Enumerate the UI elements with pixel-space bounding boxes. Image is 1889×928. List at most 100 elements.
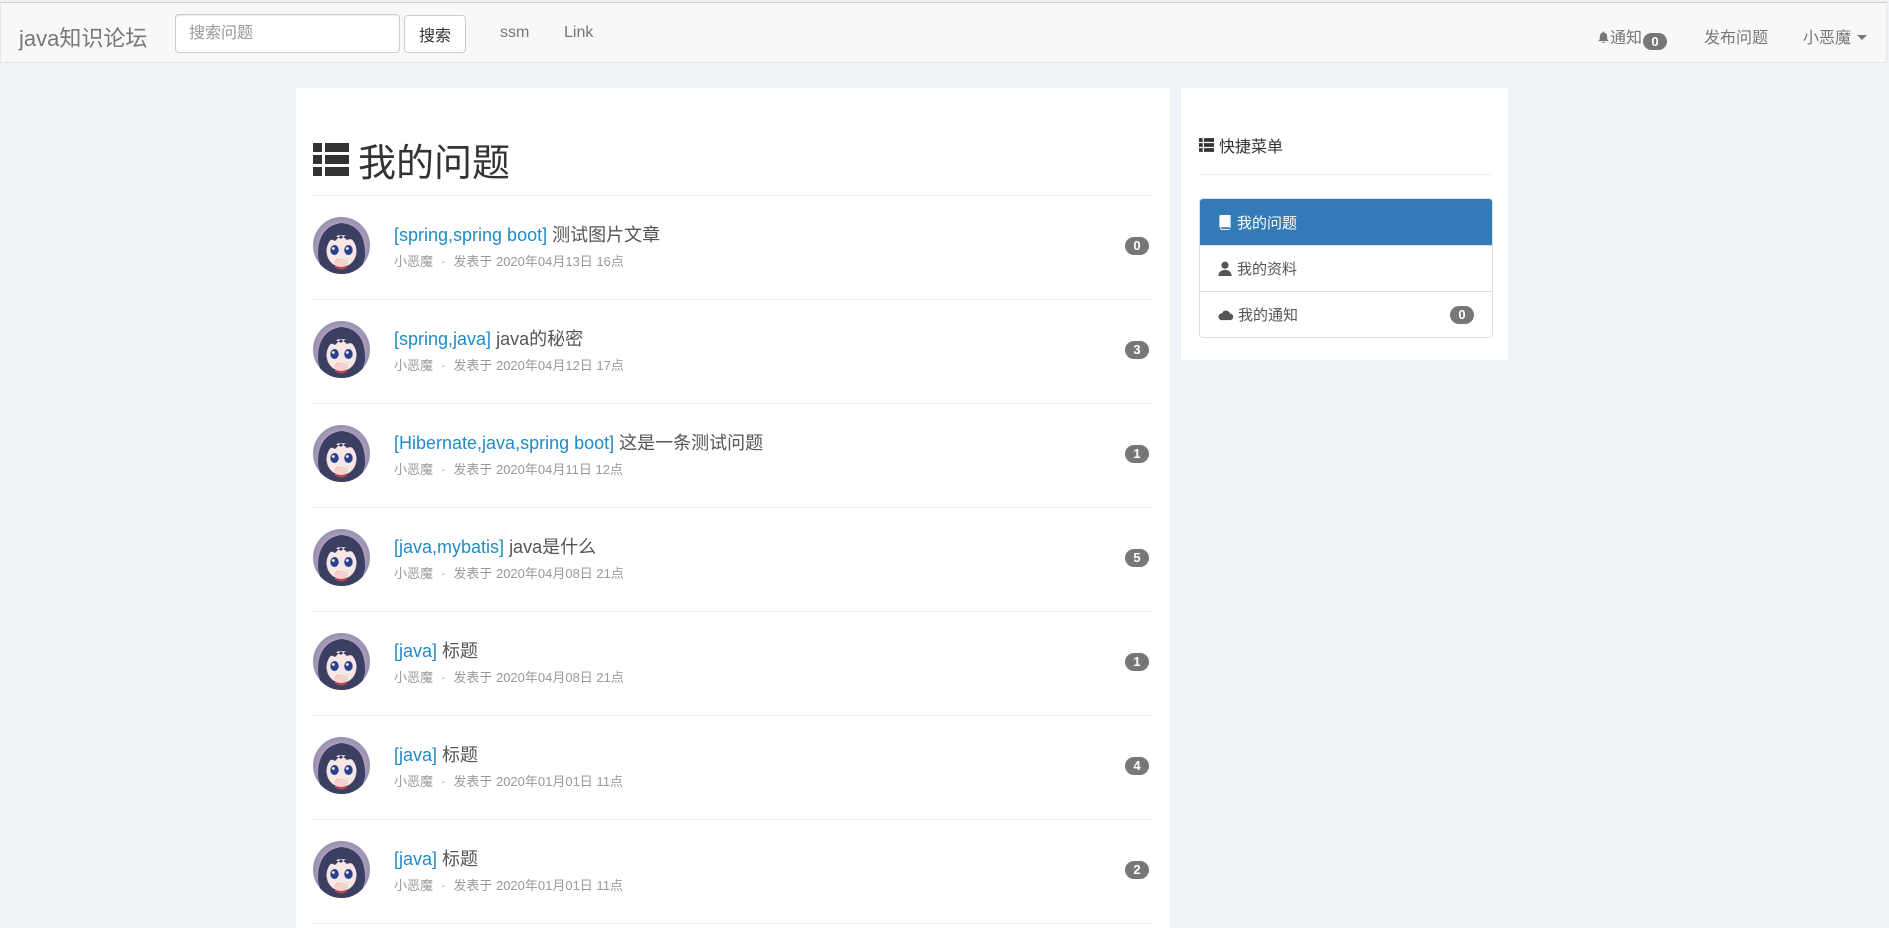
question-date: 发表于 2020年01月01日 11点 <box>453 774 623 789</box>
question-author: 小恶魔 <box>394 254 434 269</box>
question-date: 发表于 2020年04月08日 21点 <box>453 566 624 581</box>
bell-icon <box>1598 31 1609 44</box>
page-title: 我的问题 <box>313 132 510 187</box>
comment-count-badge: 3 <box>1125 341 1149 359</box>
meta-separator: · <box>441 566 446 581</box>
nav-link-ssm[interactable]: ssm <box>500 24 529 42</box>
user-icon <box>1218 261 1232 276</box>
question-title-link[interactable]: [java,mybatis] java是什么 <box>394 533 596 559</box>
quick-menu-panel: 快捷菜单 我的问题 我的资料 我的通知 0 <box>1181 88 1508 360</box>
avatar[interactable] <box>313 633 370 690</box>
question-item: [spring,java] java的秘密小恶魔 · 发表于 2020年04月12日… <box>313 300 1153 404</box>
question-title-text[interactable]: java是什么 <box>509 537 596 557</box>
avatar[interactable] <box>313 425 370 482</box>
nav-link-link[interactable]: Link <box>564 24 593 42</box>
comment-count-badge: 1 <box>1125 445 1149 463</box>
book-icon <box>1219 214 1231 230</box>
question-meta: 小恶魔 · 发表于 2020年04月12日 17点 <box>394 355 624 374</box>
question-tags[interactable]: [java,mybatis] <box>394 537 504 557</box>
question-date: 发表于 2020年04月13日 16点 <box>453 254 624 269</box>
notifications-label: 通知 <box>1610 30 1643 47</box>
avatar[interactable] <box>313 217 370 274</box>
brand-logo-text[interactable]: java知识论坛 <box>19 21 147 53</box>
quick-menu-title: 快捷菜单 <box>1199 133 1283 157</box>
question-author: 小恶魔 <box>394 878 434 893</box>
quick-menu-title-text: 快捷菜单 <box>1219 139 1284 156</box>
publish-question-link[interactable]: 发布问题 <box>1704 24 1768 48</box>
question-title-link[interactable]: [Hibernate,java,spring boot] 这是一条测试问题 <box>394 429 763 455</box>
list-icon <box>1199 138 1214 152</box>
comment-count-badge: 4 <box>1125 757 1149 775</box>
menu-item-my-profile[interactable]: 我的资料 <box>1200 245 1492 291</box>
notifications-count-badge: 0 <box>1643 33 1668 50</box>
avatar[interactable] <box>313 529 370 586</box>
question-author: 小恶魔 <box>394 774 434 789</box>
question-title-text[interactable]: java的秘密 <box>496 329 583 349</box>
question-meta: 小恶魔 · 发表于 2020年04月11日 12点 <box>394 459 623 478</box>
question-date: 发表于 2020年01月01日 11点 <box>453 878 623 893</box>
avatar[interactable] <box>313 737 370 794</box>
question-author: 小恶魔 <box>394 566 434 581</box>
quick-menu-list: 我的问题 我的资料 我的通知 0 <box>1199 198 1493 338</box>
question-title-text[interactable]: 测试图片文章 <box>552 225 660 245</box>
question-title-link[interactable]: [spring,java] java的秘密 <box>394 325 583 351</box>
question-tags[interactable]: [java] <box>394 849 437 869</box>
question-meta: 小恶魔 · 发表于 2020年01月01日 11点 <box>394 875 623 894</box>
top-navbar: java知识论坛 搜索 ssm Link 通知0 发布问题 小恶魔 <box>0 2 1887 63</box>
meta-separator: · <box>441 670 446 685</box>
question-title-text[interactable]: 标题 <box>442 641 478 661</box>
question-title-text[interactable]: 标题 <box>442 849 478 869</box>
comment-count-badge: 2 <box>1125 861 1149 879</box>
meta-separator: · <box>441 358 446 373</box>
menu-item-label: 我的通知 <box>1238 307 1299 324</box>
question-title-link[interactable]: [spring,spring boot] 测试图片文章 <box>394 221 660 247</box>
search-button[interactable]: 搜索 <box>404 15 466 53</box>
menu-item-my-questions[interactable]: 我的问题 <box>1200 199 1492 245</box>
menu-item-label: 我的问题 <box>1237 214 1298 232</box>
notifications-link[interactable]: 通知 0 <box>1597 24 1668 50</box>
question-title-link[interactable]: [java] 标题 <box>394 845 478 871</box>
question-title-text[interactable]: 标题 <box>442 745 478 765</box>
avatar[interactable] <box>313 321 370 378</box>
question-author: 小恶魔 <box>394 670 434 685</box>
question-tags[interactable]: [spring,spring boot] <box>394 225 547 245</box>
question-author: 小恶魔 <box>394 462 434 477</box>
question-title-text[interactable]: 这是一条测试问题 <box>619 433 763 453</box>
question-item: [java] 标题 小恶魔 · 发表于 2020年01月01日 11点 2 <box>313 820 1153 924</box>
question-title-link[interactable]: [java] 标题 <box>394 637 478 663</box>
meta-separator: · <box>441 462 446 477</box>
menu-item-label: 我的资料 <box>1237 261 1298 278</box>
comment-count-badge: 5 <box>1125 549 1149 567</box>
question-date: 发表于 2020年04月12日 17点 <box>453 358 624 373</box>
page-title-text: 我的问题 <box>358 143 511 185</box>
question-tags[interactable]: [spring,java] <box>394 329 491 349</box>
meta-separator: · <box>441 254 446 269</box>
question-tags[interactable]: [Hibernate,java,spring boot] <box>394 433 614 453</box>
notifications-count-badge: 0 <box>1450 306 1474 324</box>
avatar[interactable] <box>313 841 370 898</box>
caret-down-icon <box>1857 35 1868 40</box>
list-icon <box>313 143 349 176</box>
question-author: 小恶魔 <box>394 358 434 373</box>
question-item: [java] 标题 小恶魔 · 发表于 2020年04月08日 21点 1 <box>313 612 1153 716</box>
question-date: 发表于 2020年04月11日 12点 <box>453 462 623 477</box>
my-questions-panel: 我的问题 [spring,spring boot] 测试图片文章小恶魔 · 发表于 … <box>296 88 1170 928</box>
question-meta: 小恶魔 · 发表于 2020年01月01日 11点 <box>394 771 623 790</box>
question-item: [spring,spring boot] 测试图片文章小恶魔 · 发表于 2020年… <box>313 196 1153 300</box>
meta-separator: · <box>441 878 446 893</box>
question-title-link[interactable]: [java] 标题 <box>394 741 478 767</box>
question-item: [java,mybatis] java是什么小恶魔 · 发表于 2020年04月08… <box>313 508 1153 612</box>
question-date: 发表于 2020年04月08日 21点 <box>453 670 624 685</box>
comment-count-badge: 1 <box>1125 653 1149 671</box>
meta-separator: · <box>441 774 446 789</box>
search-input[interactable] <box>175 14 400 53</box>
user-menu-dropdown[interactable]: 小恶魔 <box>1803 24 1868 48</box>
quick-menu-divider <box>1199 174 1492 175</box>
cloud-icon <box>1218 310 1233 320</box>
question-tags[interactable]: [java] <box>394 745 437 765</box>
question-tags[interactable]: [java] <box>394 641 437 661</box>
user-name: 小恶魔 <box>1803 30 1852 47</box>
menu-item-my-notifications[interactable]: 我的通知 0 <box>1200 291 1492 337</box>
question-meta: 小恶魔 · 发表于 2020年04月08日 21点 <box>394 563 624 582</box>
question-item: [Hibernate,java,spring boot] 这是一条测试问题小恶魔… <box>313 404 1153 508</box>
